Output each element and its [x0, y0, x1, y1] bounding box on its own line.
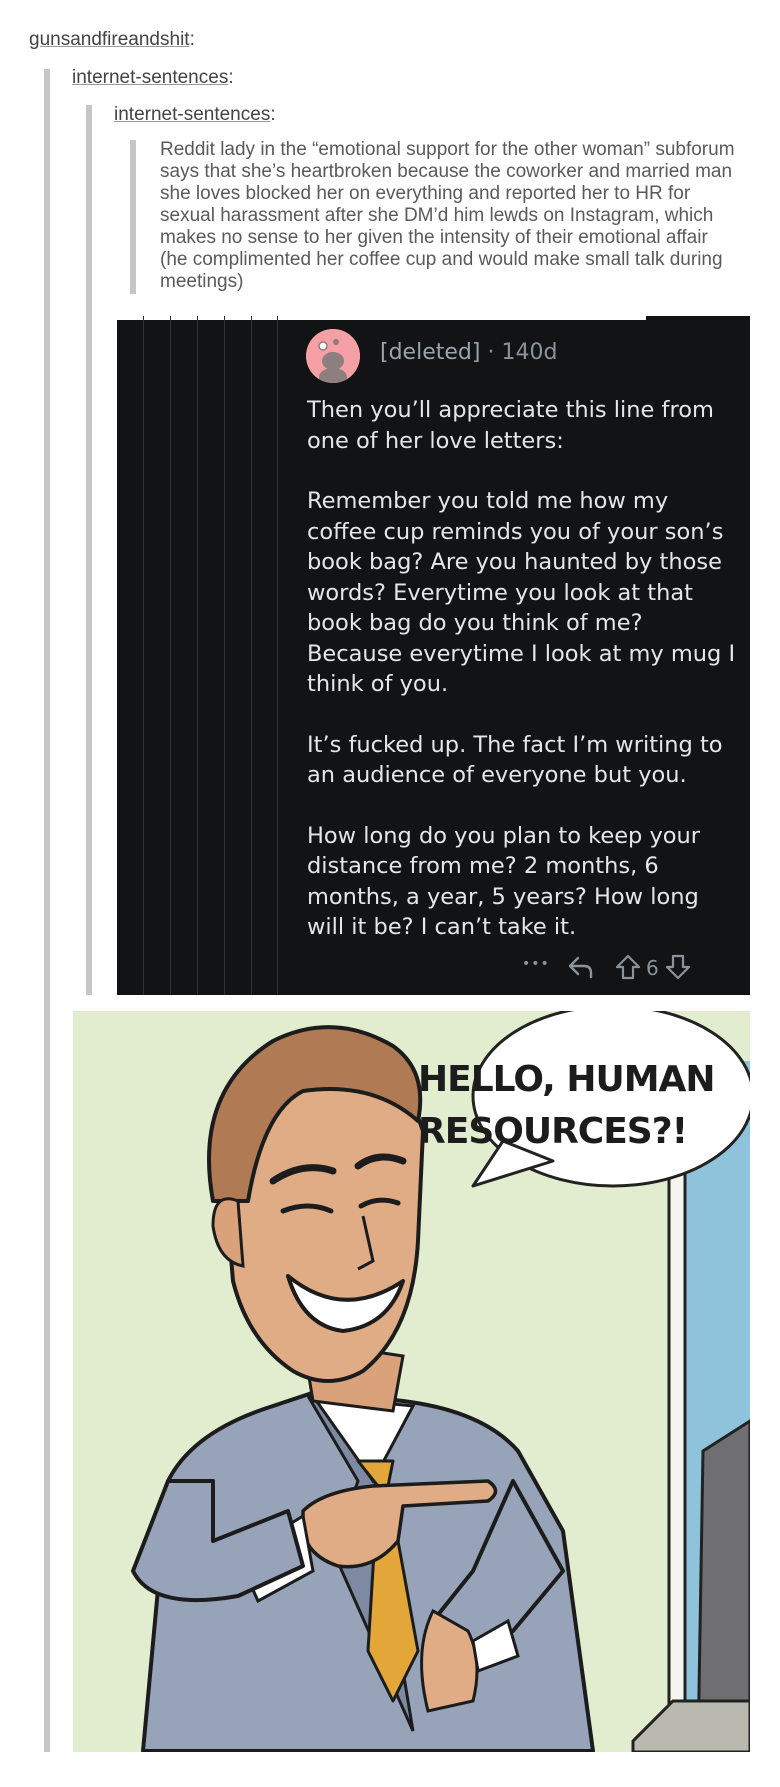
- comment-actions: ••• 6: [522, 953, 742, 987]
- reblog1-username-link[interactable]: internet-sentences: [72, 67, 228, 88]
- reblog2-colon: :: [270, 104, 276, 125]
- thread-line: [197, 316, 198, 995]
- more-dots-icon[interactable]: •••: [522, 956, 550, 972]
- downvote-icon[interactable]: [664, 953, 692, 986]
- thread-line: [170, 316, 171, 995]
- op-username-link[interactable]: gunsandfireandshit: [29, 29, 190, 50]
- reblog1-header: internet-sentences:: [72, 67, 234, 89]
- comment-age: 140d: [501, 340, 558, 365]
- comic-illustration: HELLO, HUMAN RESOURCES?!: [73, 1011, 750, 1752]
- comment-paragraph: It’s fucked up. The fact I’m writing to …: [307, 731, 723, 789]
- reblog2-username-link[interactable]: internet-sentences: [114, 104, 270, 125]
- comment-body: Then you’ll appreciate this line from on…: [307, 395, 737, 973]
- meta-separator: ·: [487, 340, 495, 365]
- comment-paragraph: Remember you told me how my coffee cup r…: [307, 488, 736, 697]
- op-header: gunsandfireandshit:: [29, 29, 195, 51]
- comment-paragraph: How long do you plan to keep your distan…: [307, 822, 701, 941]
- reblog-bar-inner: [130, 140, 136, 294]
- comic-panel: HELLO, HUMAN RESOURCES?!: [73, 1011, 750, 1752]
- reddit-comment-screenshot: [deleted] · 140d Then you’ll appreciate …: [117, 316, 750, 995]
- speech-line-1: HELLO, HUMAN: [418, 1059, 715, 1100]
- comment-paragraph: Then you’ll appreciate this line from on…: [307, 397, 714, 454]
- reblog-bar-outer: [44, 69, 50, 1752]
- vote-count: 6: [646, 956, 659, 980]
- reply-icon[interactable]: [567, 953, 595, 986]
- comment-meta: [deleted] · 140d: [380, 340, 557, 365]
- reblog-bar-middle: [86, 105, 92, 995]
- thread-line: [277, 316, 278, 995]
- snoo-avatar-icon[interactable]: [306, 329, 360, 383]
- speech-line-2: RESOURCES?!: [418, 1111, 687, 1152]
- thread-line: [224, 316, 225, 995]
- reblog2-header: internet-sentences:: [114, 104, 276, 126]
- original-post-text: Reddit lady in the “emotional support fo…: [160, 139, 735, 292]
- thread-line: [143, 316, 144, 995]
- thread-line: [251, 316, 252, 995]
- reblog1-colon: :: [228, 67, 234, 88]
- upvote-icon[interactable]: [614, 953, 642, 986]
- op-colon: :: [189, 29, 195, 50]
- comment-username[interactable]: [deleted]: [380, 340, 480, 365]
